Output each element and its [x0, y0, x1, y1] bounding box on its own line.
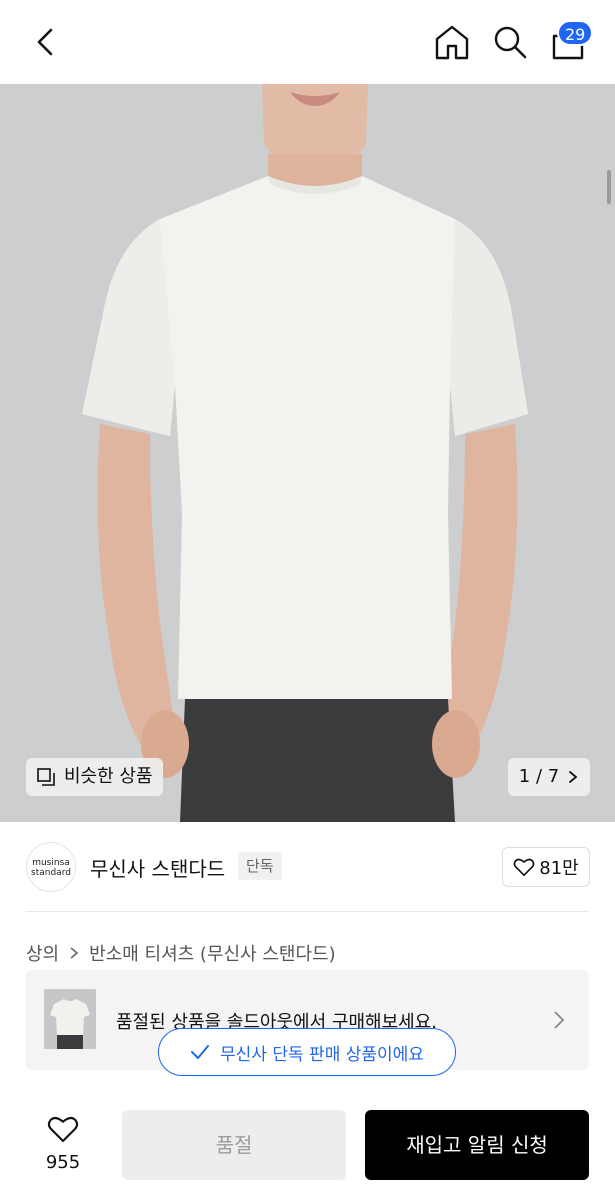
page-scrollbar[interactable]: [607, 170, 611, 204]
back-icon: [37, 28, 53, 56]
product-photo: [0, 84, 615, 822]
similar-products-label: 비슷한 상품: [64, 766, 153, 787]
exclusive-toast: 무신사 단독 판매 상품이에요: [158, 1028, 456, 1076]
heart-icon: [513, 858, 535, 876]
similar-products-button[interactable]: 비슷한 상품: [26, 758, 163, 796]
search-icon: [494, 26, 527, 59]
chevron-right-icon: [554, 1011, 565, 1029]
breadcrumb-subcategory[interactable]: 반소매 티셔츠 (무신사 스탠다드): [89, 940, 336, 966]
restock-alert-button[interactable]: 재입고 알림 신청: [365, 1110, 589, 1180]
heart-icon: [47, 1116, 79, 1143]
back-button[interactable]: [26, 22, 66, 62]
page-indicator-text: 1 / 7: [518, 766, 560, 787]
exclusive-tag: 단독: [238, 852, 282, 880]
banner-product-thumbnail: [44, 989, 96, 1049]
chevron-right-icon: [569, 771, 578, 783]
brand-like-button[interactable]: 81만: [502, 847, 590, 887]
product-image-carousel[interactable]: [0, 84, 615, 822]
cart-count-badge: 29: [557, 20, 594, 46]
chevron-right-icon: [70, 947, 79, 959]
search-button[interactable]: [490, 22, 530, 62]
checkmark-icon: [191, 1045, 210, 1059]
bottom-action-bar: 955 품절 재입고 알림 신청: [0, 1096, 615, 1200]
brand-like-count: 81만: [539, 858, 579, 879]
breadcrumb: 상의 반소매 티셔츠 (무신사 스탠다드): [26, 940, 336, 966]
brand-row: musinsa standard 무신사 스탠다드 단독 81만: [0, 822, 615, 912]
home-icon: [435, 25, 469, 60]
image-page-indicator[interactable]: 1 / 7: [508, 758, 590, 796]
divider: [26, 911, 589, 912]
brand-logo[interactable]: musinsa standard: [26, 842, 76, 892]
soldout-button: 품절: [122, 1110, 346, 1180]
brand-logo-line1: musinsa: [32, 858, 70, 868]
home-button[interactable]: [432, 22, 472, 62]
top-navigation-bar: 29: [0, 0, 615, 84]
brand-logo-line2: standard: [31, 868, 71, 878]
toast-text: 무신사 단독 판매 상품이에요: [220, 1044, 424, 1065]
brand-name[interactable]: 무신사 스탠다드: [90, 853, 225, 882]
similar-products-icon: [37, 768, 55, 786]
breadcrumb-category[interactable]: 상의: [26, 940, 59, 966]
product-like-button[interactable]: 955: [30, 1114, 96, 1173]
product-like-count: 955: [45, 1152, 81, 1173]
